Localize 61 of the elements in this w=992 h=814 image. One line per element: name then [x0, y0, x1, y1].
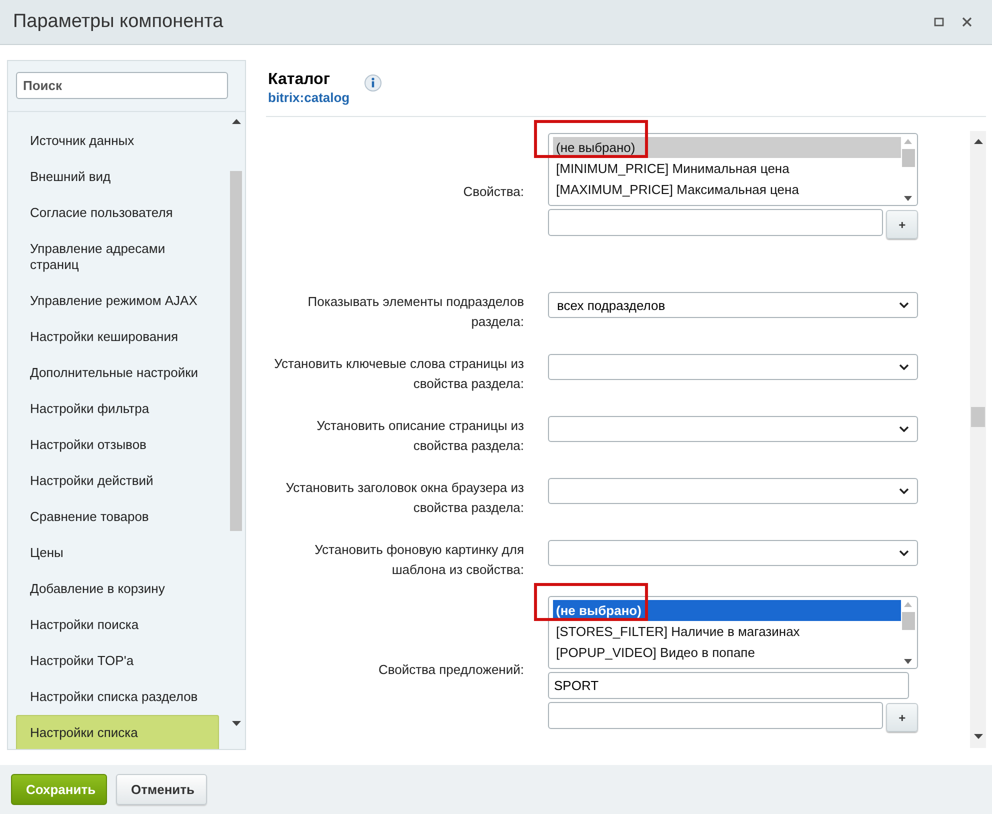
sidebar-item[interactable]: Сравнение товаров	[16, 499, 219, 535]
list-box[interactable]: (не выбрано) [STORES_FILTER] Наличие в магазинах [POPUP_VIDEO] Видео в попапе	[548, 596, 918, 669]
sidebar-item[interactable]: Настройки списка	[16, 715, 219, 749]
scroll-down-icon[interactable]	[904, 196, 912, 201]
caret-icon	[899, 302, 909, 308]
field-label: Свойства:	[462, 183, 524, 201]
text-field[interactable]: SPORT	[548, 672, 909, 699]
dropdown[interactable]: всех подразделов	[548, 292, 918, 318]
maximize-icon[interactable]	[934, 17, 944, 27]
caret-icon	[899, 364, 909, 370]
scroll-down-icon[interactable]	[904, 659, 912, 664]
sidebar-item[interactable]: Настройки отзывов	[16, 427, 219, 463]
sidebar-item[interactable]: Настройки действий	[16, 463, 219, 499]
field-label: Установить описание страницы из свойства раздела:	[316, 417, 524, 455]
dropdown[interactable]	[548, 478, 918, 504]
caret-icon	[899, 488, 909, 494]
component-title: Каталог	[268, 70, 331, 90]
list-option[interactable]: [MINIMUM_PRICE] Минимальная цена	[553, 158, 901, 179]
add-button[interactable]: +	[886, 210, 918, 239]
list-option[interactable]: [POPUP_VIDEO] Видео в попапе	[553, 642, 901, 663]
sidebar-item[interactable]: Настройки фильтра	[16, 391, 219, 427]
scroll-down-icon[interactable]	[974, 734, 982, 740]
sidebar-item[interactable]: Источник данных	[16, 123, 219, 159]
cancel-button[interactable]: Отменить	[116, 774, 207, 805]
component-code: bitrix:catalog	[268, 90, 350, 106]
scroll-up-icon[interactable]	[974, 139, 982, 145]
sidebar-item[interactable]: Настройки поиска	[16, 607, 219, 643]
field-label: Свойства предложений:	[377, 661, 524, 679]
sidebar-item[interactable]: Дополнительные настройки	[16, 355, 219, 391]
scroll-down-icon[interactable]	[232, 721, 240, 727]
list-option[interactable]: (не выбрано)	[553, 600, 901, 621]
list-option[interactable]: [MAXIMUM_PRICE] Максимальная цена	[553, 179, 901, 200]
dropdown[interactable]	[548, 354, 918, 380]
sidebar-item[interactable]: Согласие пользователя	[16, 195, 219, 231]
search-field[interactable]: Поиск	[16, 72, 228, 99]
field-label: Установить ключевые слова страницы из свойства раздела:	[273, 355, 524, 393]
list-box[interactable]: (не выбрано) [MINIMUM_PRICE] Минимальная цена [MAXIMUM_PRICE] Максимальная цена	[548, 133, 918, 206]
text-field[interactable]	[548, 702, 884, 729]
list-option[interactable]: (не выбрано)	[553, 137, 901, 158]
window-title: Параметры компонента	[13, 11, 224, 33]
scroll-up-icon[interactable]	[232, 119, 240, 125]
dropdown[interactable]	[548, 416, 918, 442]
sidebar-item[interactable]: Управление режимом AJAX	[16, 283, 219, 319]
sidebar-item[interactable]: Внешний вид	[16, 159, 219, 195]
list-option[interactable]: [STORES_FILTER] Наличие в магазинах	[553, 621, 901, 642]
sidebar-item[interactable]: Настройки кеширования	[16, 319, 219, 355]
field-label: Установить заголовок окна браузера из свойства раздела:	[284, 479, 524, 517]
sidebar-item[interactable]: Настройки списка разделов	[16, 679, 219, 715]
sidebar-item[interactable]: Добавление в корзину	[16, 571, 219, 607]
caret-icon	[899, 426, 909, 432]
sidebar-item[interactable]: Настройки TOP'а	[16, 643, 219, 679]
field-label: Показывать элементы подразделов раздела:	[306, 293, 524, 331]
caret-icon	[899, 550, 909, 556]
close-icon[interactable]	[962, 17, 972, 27]
text-field[interactable]	[548, 209, 884, 236]
add-button[interactable]: +	[886, 703, 918, 732]
sidebar-item[interactable]: Цены	[16, 535, 219, 571]
dropdown[interactable]	[548, 540, 918, 566]
info-icon[interactable]	[364, 74, 382, 92]
sidebar-item[interactable]: Управление адресами страниц	[16, 231, 219, 283]
field-label: Установить фоновую картинку для шаблона из свойства:	[314, 541, 524, 579]
